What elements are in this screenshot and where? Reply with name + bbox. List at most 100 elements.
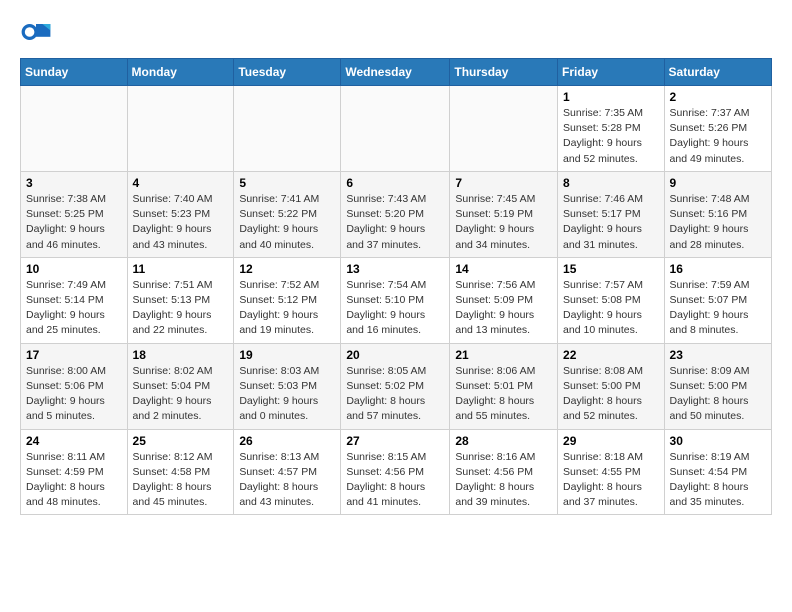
weekday-header: Friday	[558, 59, 665, 86]
calendar-cell	[341, 86, 450, 172]
calendar-cell: 23 Sunrise: 8:09 AM Sunset: 5:00 PM Dayli…	[664, 343, 771, 429]
calendar-cell: 30 Sunrise: 8:19 AM Sunset: 4:54 PM Dayli…	[664, 429, 771, 515]
day-info: Sunrise: 7:43 AM Sunset: 5:20 PM Dayligh…	[346, 192, 444, 253]
day-info: Sunrise: 8:12 AM Sunset: 4:58 PM Dayligh…	[133, 450, 229, 511]
day-info: Sunrise: 7:51 AM Sunset: 5:13 PM Dayligh…	[133, 278, 229, 339]
day-number: 12	[239, 262, 335, 276]
day-info: Sunrise: 8:03 AM Sunset: 5:03 PM Dayligh…	[239, 364, 335, 425]
day-number: 7	[455, 176, 552, 190]
day-number: 29	[563, 434, 659, 448]
day-info: Sunrise: 7:56 AM Sunset: 5:09 PM Dayligh…	[455, 278, 552, 339]
day-number: 21	[455, 348, 552, 362]
calendar-cell: 27 Sunrise: 8:15 AM Sunset: 4:56 PM Dayli…	[341, 429, 450, 515]
calendar-week-row: 1Sunrise: 7:35 AM Sunset: 5:28 PM Daylig…	[21, 86, 772, 172]
calendar-cell: 10 Sunrise: 7:49 AM Sunset: 5:14 PM Dayli…	[21, 257, 128, 343]
calendar-cell: 24 Sunrise: 8:11 AM Sunset: 4:59 PM Dayli…	[21, 429, 128, 515]
day-info: Sunrise: 8:08 AM Sunset: 5:00 PM Dayligh…	[563, 364, 659, 425]
day-number: 8	[563, 176, 659, 190]
calendar-cell: 18 Sunrise: 8:02 AM Sunset: 5:04 PM Dayli…	[127, 343, 234, 429]
calendar-cell: 8 Sunrise: 7:46 AM Sunset: 5:17 PM Daylig…	[558, 171, 665, 257]
day-number: 26	[239, 434, 335, 448]
calendar-cell: 7 Sunrise: 7:45 AM Sunset: 5:19 PM Daylig…	[450, 171, 558, 257]
calendar-cell	[21, 86, 128, 172]
day-number: 22	[563, 348, 659, 362]
day-info: Sunrise: 7:37 AM Sunset: 5:26 PM Dayligh…	[670, 106, 766, 167]
day-info: Sunrise: 8:18 AM Sunset: 4:55 PM Dayligh…	[563, 450, 659, 511]
day-number: 5	[239, 176, 335, 190]
calendar-page: SundayMondayTuesdayWednesdayThursdayFrid…	[0, 0, 792, 531]
day-number: 15	[563, 262, 659, 276]
calendar-cell: 6 Sunrise: 7:43 AM Sunset: 5:20 PM Daylig…	[341, 171, 450, 257]
day-info: Sunrise: 7:45 AM Sunset: 5:19 PM Dayligh…	[455, 192, 552, 253]
weekday-header: Monday	[127, 59, 234, 86]
day-number: 18	[133, 348, 229, 362]
calendar-week-row: 17Sunrise: 8:00 AM Sunset: 5:06 PM Dayli…	[21, 343, 772, 429]
day-info: Sunrise: 8:19 AM Sunset: 4:54 PM Dayligh…	[670, 450, 766, 511]
day-number: 3	[26, 176, 122, 190]
calendar-cell: 3 Sunrise: 7:38 AM Sunset: 5:25 PM Daylig…	[21, 171, 128, 257]
calendar-cell: 29 Sunrise: 8:18 AM Sunset: 4:55 PM Dayli…	[558, 429, 665, 515]
day-number: 11	[133, 262, 229, 276]
day-number: 4	[133, 176, 229, 190]
day-info: Sunrise: 7:52 AM Sunset: 5:12 PM Dayligh…	[239, 278, 335, 339]
day-number: 28	[455, 434, 552, 448]
calendar-cell	[234, 86, 341, 172]
day-number: 2	[670, 90, 766, 104]
calendar-cell: 26 Sunrise: 8:13 AM Sunset: 4:57 PM Dayli…	[234, 429, 341, 515]
day-info: Sunrise: 8:09 AM Sunset: 5:00 PM Dayligh…	[670, 364, 766, 425]
calendar-cell: 5 Sunrise: 7:41 AM Sunset: 5:22 PM Daylig…	[234, 171, 341, 257]
calendar-cell	[450, 86, 558, 172]
day-number: 23	[670, 348, 766, 362]
day-number: 30	[670, 434, 766, 448]
day-info: Sunrise: 7:40 AM Sunset: 5:23 PM Dayligh…	[133, 192, 229, 253]
weekday-header: Sunday	[21, 59, 128, 86]
day-info: Sunrise: 7:57 AM Sunset: 5:08 PM Dayligh…	[563, 278, 659, 339]
day-number: 27	[346, 434, 444, 448]
calendar-cell: 22 Sunrise: 8:08 AM Sunset: 5:00 PM Dayli…	[558, 343, 665, 429]
day-info: Sunrise: 8:05 AM Sunset: 5:02 PM Dayligh…	[346, 364, 444, 425]
day-info: Sunrise: 7:41 AM Sunset: 5:22 PM Dayligh…	[239, 192, 335, 253]
day-info: Sunrise: 8:16 AM Sunset: 4:56 PM Dayligh…	[455, 450, 552, 511]
day-info: Sunrise: 8:00 AM Sunset: 5:06 PM Dayligh…	[26, 364, 122, 425]
calendar-cell: 4 Sunrise: 7:40 AM Sunset: 5:23 PM Daylig…	[127, 171, 234, 257]
header	[20, 16, 772, 48]
calendar-cell: 19 Sunrise: 8:03 AM Sunset: 5:03 PM Dayli…	[234, 343, 341, 429]
day-info: Sunrise: 7:46 AM Sunset: 5:17 PM Dayligh…	[563, 192, 659, 253]
day-number: 6	[346, 176, 444, 190]
calendar-cell: 16 Sunrise: 7:59 AM Sunset: 5:07 PM Dayli…	[664, 257, 771, 343]
calendar-cell: 28 Sunrise: 8:16 AM Sunset: 4:56 PM Dayli…	[450, 429, 558, 515]
day-number: 16	[670, 262, 766, 276]
calendar-cell: 1Sunrise: 7:35 AM Sunset: 5:28 PM Daylig…	[558, 86, 665, 172]
calendar-week-row: 24 Sunrise: 8:11 AM Sunset: 4:59 PM Dayli…	[21, 429, 772, 515]
day-info: Sunrise: 7:54 AM Sunset: 5:10 PM Dayligh…	[346, 278, 444, 339]
calendar-table: SundayMondayTuesdayWednesdayThursdayFrid…	[20, 58, 772, 515]
calendar-cell: 20Sunrise: 8:05 AM Sunset: 5:02 PM Dayli…	[341, 343, 450, 429]
calendar-cell: 25Sunrise: 8:12 AM Sunset: 4:58 PM Dayli…	[127, 429, 234, 515]
logo	[20, 16, 56, 48]
weekday-header: Thursday	[450, 59, 558, 86]
day-info: Sunrise: 7:38 AM Sunset: 5:25 PM Dayligh…	[26, 192, 122, 253]
calendar-cell: 14 Sunrise: 7:56 AM Sunset: 5:09 PM Dayli…	[450, 257, 558, 343]
calendar-cell: 9Sunrise: 7:48 AM Sunset: 5:16 PM Daylig…	[664, 171, 771, 257]
day-info: Sunrise: 7:49 AM Sunset: 5:14 PM Dayligh…	[26, 278, 122, 339]
day-info: Sunrise: 8:13 AM Sunset: 4:57 PM Dayligh…	[239, 450, 335, 511]
calendar-cell: 17Sunrise: 8:00 AM Sunset: 5:06 PM Dayli…	[21, 343, 128, 429]
weekday-header: Wednesday	[341, 59, 450, 86]
day-number: 19	[239, 348, 335, 362]
calendar-cell: 21Sunrise: 8:06 AM Sunset: 5:01 PM Dayli…	[450, 343, 558, 429]
weekday-header: Saturday	[664, 59, 771, 86]
calendar-cell: 11 Sunrise: 7:51 AM Sunset: 5:13 PM Dayli…	[127, 257, 234, 343]
day-info: Sunrise: 7:48 AM Sunset: 5:16 PM Dayligh…	[670, 192, 766, 253]
day-number: 24	[26, 434, 122, 448]
logo-icon	[20, 16, 52, 48]
day-number: 14	[455, 262, 552, 276]
day-info: Sunrise: 8:02 AM Sunset: 5:04 PM Dayligh…	[133, 364, 229, 425]
day-info: Sunrise: 7:35 AM Sunset: 5:28 PM Dayligh…	[563, 106, 659, 167]
weekday-header-row: SundayMondayTuesdayWednesdayThursdayFrid…	[21, 59, 772, 86]
day-info: Sunrise: 8:11 AM Sunset: 4:59 PM Dayligh…	[26, 450, 122, 511]
day-info: Sunrise: 8:15 AM Sunset: 4:56 PM Dayligh…	[346, 450, 444, 511]
day-number: 10	[26, 262, 122, 276]
weekday-header: Tuesday	[234, 59, 341, 86]
calendar-cell: 12 Sunrise: 7:52 AM Sunset: 5:12 PM Dayli…	[234, 257, 341, 343]
day-info: Sunrise: 7:59 AM Sunset: 5:07 PM Dayligh…	[670, 278, 766, 339]
